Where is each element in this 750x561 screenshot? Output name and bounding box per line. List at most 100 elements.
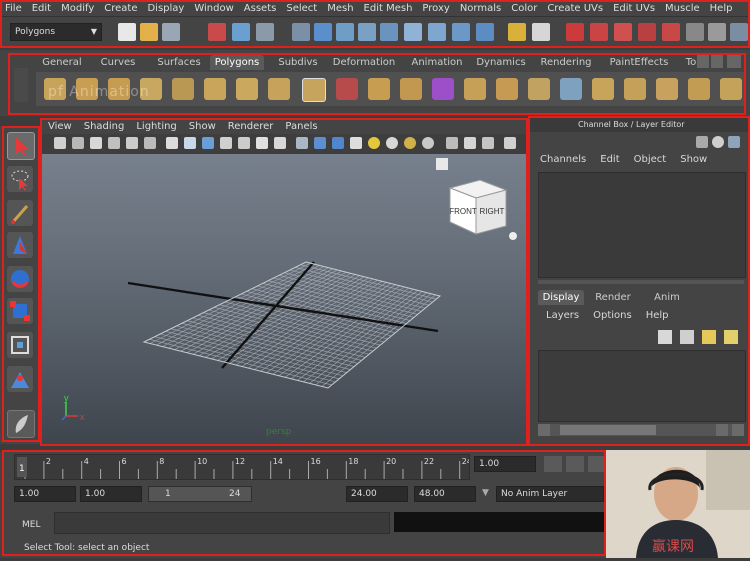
- menu-item[interactable]: Modify: [56, 3, 99, 14]
- viewport-menu-item[interactable]: View: [42, 121, 78, 132]
- move-tool-icon[interactable]: [7, 232, 33, 258]
- lock-icon[interactable]: [508, 23, 526, 41]
- soft-modification-icon[interactable]: [7, 366, 33, 392]
- scale-tool-icon[interactable]: [7, 298, 33, 324]
- scroll-right-icon[interactable]: [716, 424, 728, 436]
- shelf-tab[interactable]: Curves: [96, 55, 140, 70]
- shadows-icon[interactable]: [404, 137, 416, 149]
- home-icon[interactable]: [436, 158, 448, 170]
- bookmarks-icon[interactable]: [90, 137, 102, 149]
- select-component-icon[interactable]: [256, 23, 274, 41]
- sculpt-icon-5[interactable]: [662, 23, 680, 41]
- poly-prism-icon[interactable]: [236, 78, 258, 100]
- shaded-icon[interactable]: [202, 137, 214, 149]
- menu-item[interactable]: Edit UVs: [608, 3, 660, 14]
- start-time-field[interactable]: 1.00: [14, 486, 76, 502]
- menu-item[interactable]: Muscle: [660, 3, 705, 14]
- mask-icon[interactable]: [292, 23, 310, 41]
- viewport-panel[interactable]: View Shading Lighting Show Renderer Panels: [42, 118, 526, 444]
- sculpt-icon-1[interactable]: [566, 23, 584, 41]
- channel-box-icon-1[interactable]: [696, 136, 708, 148]
- current-time-field[interactable]: 1.00: [474, 456, 536, 472]
- last-tool-icon[interactable]: [7, 410, 35, 438]
- gate-mask-icon[interactable]: [482, 137, 494, 149]
- view-cube[interactable]: FRONT RIGHT: [442, 176, 514, 240]
- range-slider[interactable]: 1 24: [148, 486, 252, 502]
- shelf-options-icon[interactable]: [14, 68, 28, 102]
- shelf-tab[interactable]: PaintEffects: [604, 55, 674, 70]
- insert-edge-loop-icon[interactable]: [592, 78, 614, 100]
- menu-item[interactable]: Window: [189, 3, 238, 14]
- open-scene-icon[interactable]: [140, 23, 158, 41]
- all-lights-icon[interactable]: [386, 137, 398, 149]
- menu-item[interactable]: File: [0, 3, 27, 14]
- menu-item[interactable]: Edit: [27, 3, 56, 14]
- channel-box-toggle-icon[interactable]: [730, 23, 748, 41]
- cube-shaded-icon[interactable]: [314, 137, 326, 149]
- menu-item[interactable]: Create: [99, 3, 142, 14]
- channel-box-menu-item[interactable]: Show: [680, 154, 707, 165]
- bridge-icon[interactable]: [496, 78, 518, 100]
- layer-scrollbar[interactable]: [538, 424, 744, 436]
- separate-icon[interactable]: [368, 78, 390, 100]
- layer-tab[interactable]: Render: [586, 290, 640, 305]
- end-time-field[interactable]: 48.00: [414, 486, 476, 502]
- menu-item[interactable]: Select: [281, 3, 322, 14]
- poly-soccer-ball-icon[interactable]: [302, 78, 326, 102]
- channel-box-menu-item[interactable]: Edit: [600, 154, 619, 165]
- scroll-left-icon[interactable]: [538, 424, 550, 436]
- menu-item[interactable]: Color: [506, 3, 542, 14]
- wireframe-on-shaded-icon[interactable]: [220, 137, 232, 149]
- step-back-icon[interactable]: [566, 456, 584, 472]
- shelf-tab[interactable]: To: [684, 55, 698, 70]
- input-line-icon[interactable]: [532, 23, 550, 41]
- sculpt-icon-3[interactable]: [614, 23, 632, 41]
- universal-manipulator-icon[interactable]: [7, 332, 33, 358]
- grid-toggle-icon[interactable]: [126, 137, 138, 149]
- new-scene-icon[interactable]: [118, 23, 136, 41]
- poly-pipe-icon[interactable]: [268, 78, 290, 100]
- playback-start-field[interactable]: 1.00: [80, 486, 142, 502]
- viewport-menu-item[interactable]: Renderer: [222, 121, 280, 132]
- checker-icon[interactable]: [350, 137, 362, 149]
- isolate-icon[interactable]: [296, 137, 308, 149]
- combine-icon[interactable]: [336, 78, 358, 100]
- play-back-icon[interactable]: [588, 456, 606, 472]
- paint-select-tool-icon[interactable]: [7, 200, 33, 226]
- xray-icon[interactable]: [238, 137, 250, 149]
- shelf-tab[interactable]: Deformation: [326, 55, 402, 70]
- anim-layer-field[interactable]: No Anim Layer: [496, 486, 604, 502]
- shelf-tab[interactable]: Subdivs: [270, 55, 326, 70]
- viewport-menu-item[interactable]: Show: [183, 121, 222, 132]
- image-plane-icon[interactable]: [108, 137, 120, 149]
- playback-end-field[interactable]: 24.00: [346, 486, 408, 502]
- channel-box-icon-3[interactable]: [728, 136, 740, 148]
- command-line-input[interactable]: [54, 512, 390, 534]
- sculpt-icon-4[interactable]: [638, 23, 656, 41]
- sidebar-toggle-icon-1[interactable]: [686, 23, 704, 41]
- new-layer-icon[interactable]: [658, 330, 672, 344]
- sidebar-toggle-icon-2[interactable]: [708, 23, 726, 41]
- ambient-occlusion-icon[interactable]: [422, 137, 434, 149]
- camera-select-icon[interactable]: [54, 137, 66, 149]
- textured-icon[interactable]: [256, 137, 268, 149]
- layer-tab[interactable]: Display: [538, 290, 584, 305]
- menu-item[interactable]: Create UVs: [542, 3, 608, 14]
- viewport-menu-item[interactable]: Shading: [78, 121, 131, 132]
- layer-icon-4[interactable]: [724, 330, 738, 344]
- wireframe-icon[interactable]: [166, 137, 178, 149]
- shelf-scroll-right-icon[interactable]: [711, 54, 723, 68]
- shelf-menu-icon[interactable]: [727, 54, 741, 68]
- layer-icon-3[interactable]: [702, 330, 716, 344]
- scroll-thumb[interactable]: [560, 425, 656, 435]
- rotate-tool-icon[interactable]: [7, 266, 33, 292]
- smooth-icon[interactable]: [400, 78, 422, 100]
- split-polygon-icon[interactable]: [560, 78, 582, 100]
- boolean-icon[interactable]: [432, 78, 454, 100]
- panel-layout-icon[interactable]: [504, 137, 516, 149]
- sculpt-icon-2[interactable]: [590, 23, 608, 41]
- menu-item[interactable]: Display: [142, 3, 189, 14]
- film-gate-icon[interactable]: [144, 137, 156, 149]
- shelf-tab[interactable]: Rendering: [534, 55, 598, 70]
- layer-tab[interactable]: Anim: [642, 290, 692, 305]
